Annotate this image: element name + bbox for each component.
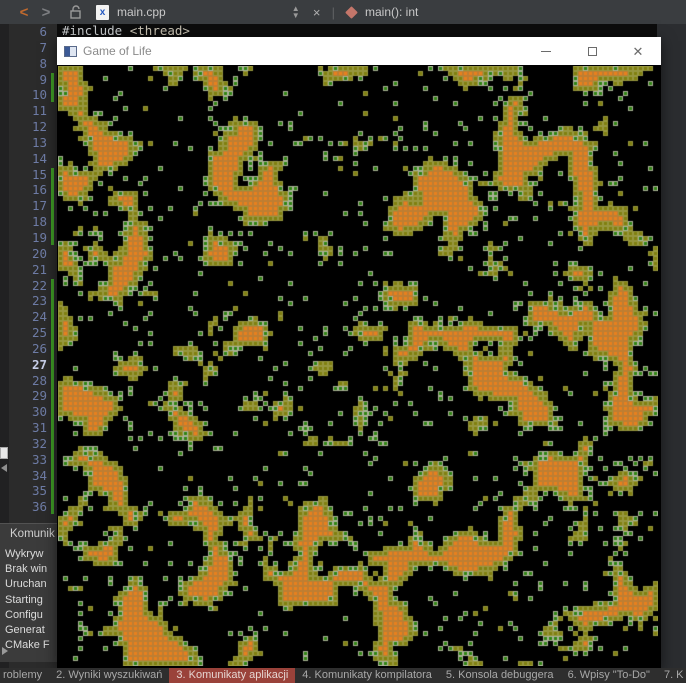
log-tab[interactable]: 7. K [657,668,686,683]
line-number: 11 [31,103,47,119]
line-number: 18 [31,214,47,230]
editor-toolbar: < > x main.cpp ▲ ▼ × | main(): int [0,0,686,24]
docked-panel-icon[interactable] [0,447,8,459]
change-marker-bar [51,72,54,103]
log-line: Configu [5,608,43,621]
maximize-button[interactable] [569,37,615,65]
line-number: 15 [31,166,47,182]
file-tab-main-cpp[interactable]: main.cpp [117,5,166,19]
log-tab[interactable]: 5. Konsola debuggera [439,668,561,683]
close-tab-button[interactable]: × [310,5,324,20]
log-console-header: Komunik [10,528,55,540]
line-number: 33 [31,451,47,467]
line-number: 14 [31,150,47,166]
split-view-icon[interactable]: ▲ ▼ [291,5,300,20]
line-number: 34 [31,467,47,483]
game-window-title: Game of Life [83,44,152,58]
log-line: Starting [5,593,43,606]
line-number: 23 [31,293,47,309]
game-of-life-board[interactable] [58,66,658,666]
cpp-file-icon: x [96,4,109,20]
log-tab[interactable]: 3. Komunikaty aplikacji [169,668,296,683]
line-number: 29 [31,388,47,404]
minimize-button[interactable] [523,37,569,65]
log-console-lines: Wykryw Brak win Uruchan Starting Configu Gene… [0,547,57,653]
line-number: 16 [31,182,47,198]
line-number: 36 [31,499,47,515]
change-marker-bar [51,167,54,245]
line-number: 17 [31,198,47,214]
game-board-area [57,65,661,668]
line-number: 32 [31,435,47,451]
maximize-icon [587,46,597,56]
line-number: 30 [31,404,47,420]
close-button[interactable]: ✕ [615,37,661,65]
scope-dropdown[interactable]: main(): int [365,5,418,19]
app-window-icon [64,45,77,57]
symbol-diamond-icon [345,5,358,19]
line-number: 24 [31,309,47,325]
line-number: 7 [39,39,47,55]
line-number: 13 [31,134,47,150]
log-line: Generat [5,624,45,637]
log-tabbar: roblemy 2. Wyniki wyszukiwań 3. Komunikaty… [0,668,686,683]
log-tab[interactable]: 6. Wpisy "To-Do" [561,668,657,683]
scrollbar-arrow-icon[interactable] [2,647,8,655]
line-number: 20 [31,245,47,261]
back-button[interactable]: < [13,4,35,21]
log-tab[interactable]: 2. Wyniki wyszukiwań [49,668,169,683]
line-number: 28 [31,372,47,388]
line-number: 27 [31,356,47,372]
unlock-icon[interactable] [70,5,82,19]
log-line: CMake F [5,639,50,652]
collapse-arrow-icon[interactable] [1,464,7,472]
line-number: 12 [31,119,47,135]
minimize-icon [541,50,551,52]
line-number: 31 [31,420,47,436]
line-number: 35 [31,483,47,499]
close-icon: ✕ [632,43,644,59]
log-tab[interactable]: 4. Komunikaty kompilatora [295,668,439,683]
change-marker-bar [51,278,54,515]
line-number: 21 [31,261,47,277]
line-number: 22 [31,277,47,293]
game-of-life-window: Game of Life ✕ [57,37,661,668]
editor-right-margin [657,24,686,668]
line-number: 8 [39,55,47,71]
line-number: 6 [39,24,47,39]
line-number: 19 [31,229,47,245]
line-number: 9 [39,71,47,87]
game-window-titlebar[interactable]: Game of Life ✕ [57,37,661,65]
line-numbers: 6 7 8 9 10 11 12 13 14 15 16 17 18 19 20 21 22 23 24 25 26 27… [9,24,47,515]
line-number: 10 [31,87,47,103]
toolbar-separator: | [331,4,336,20]
log-line: Brak win [5,563,48,576]
line-number: 25 [31,325,47,341]
log-line: Wykryw [5,548,44,560]
log-tab[interactable]: roblemy [0,668,49,683]
code-token: <thread> [122,23,190,38]
line-number: 26 [31,340,47,356]
log-line: Uruchan [5,578,47,591]
forward-button[interactable]: > [35,4,57,21]
log-console-panel: Komunik Wykryw Brak win Uruchan Starting Con… [0,523,57,662]
split-down-arrow: ▼ [291,11,300,20]
code-line[interactable]: #include <thread> [57,24,657,37]
code-token: #include [62,23,123,38]
